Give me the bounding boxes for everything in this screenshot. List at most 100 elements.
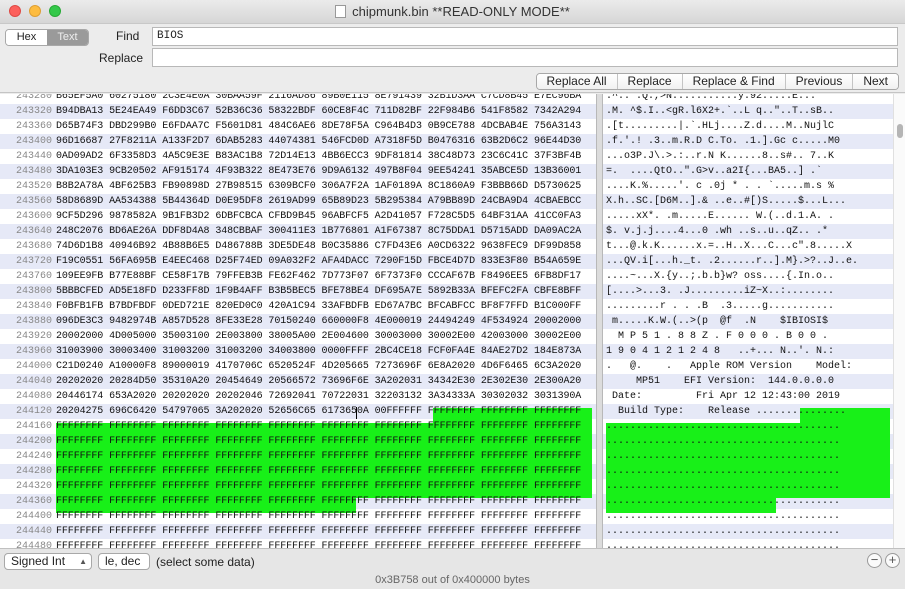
replace-button[interactable]: Replace bbox=[616, 74, 682, 89]
row-ascii[interactable]: =. ....QtO..".G>v..a2I{...BA5..] .` bbox=[606, 164, 891, 179]
scrollbar-thumb[interactable] bbox=[897, 124, 903, 138]
row-ascii[interactable]: $. v.j.j....4...0 .wh ..s..u..qZ.. .* bbox=[606, 224, 891, 239]
row-ascii[interactable]: .M. ^$.I..<gR.l6X2+.`..L q.."..T..sB.. bbox=[606, 104, 891, 119]
row-address: 243480 bbox=[15, 166, 52, 177]
row-address: 243280 bbox=[15, 94, 52, 102]
hex-row: 244280 FFFFFFFF FFFFFFFF FFFFFFFF FFFFFFF… bbox=[0, 464, 893, 479]
row-hex-bytes[interactable]: 3DA103E3 9CB20502 AF915174 4F93B322 8E47… bbox=[56, 164, 592, 179]
row-ascii[interactable]: ....................................... bbox=[606, 464, 891, 479]
row-address: 243320 bbox=[15, 106, 52, 117]
vertical-scrollbar[interactable] bbox=[893, 94, 905, 548]
row-ascii[interactable]: m.....K.W.(..>(p @f .N $IBIOSI$ bbox=[606, 314, 891, 329]
row-address: 243800 bbox=[15, 286, 52, 297]
mode-text-button[interactable]: Text bbox=[47, 30, 88, 45]
row-hex-bytes[interactable]: 20204275 696C6420 54797065 3A202020 5265… bbox=[56, 404, 592, 419]
row-hex-bytes[interactable]: 5BBBCFED AD5E18FD D233FF8D 1F9B4AFF B3B5… bbox=[56, 284, 592, 299]
row-hex-bytes[interactable]: C21D0240 A10000F8 89000019 4170706C 6520… bbox=[56, 359, 592, 374]
row-ascii[interactable]: ....K.%.....'. c .0j * . . `.....m.s % bbox=[606, 179, 891, 194]
hex-row: 244400 FFFFFFFF FFFFFFFF FFFFFFFF FFFFFFF… bbox=[0, 509, 893, 524]
row-ascii[interactable]: Build Type: Release ............... bbox=[606, 404, 891, 419]
row-ascii[interactable]: ....................................... bbox=[606, 419, 891, 434]
row-hex-bytes[interactable]: B8B2A78A 4BF625B3 FB90898D 27B98515 6309… bbox=[56, 179, 592, 194]
row-address: 244360 bbox=[15, 496, 52, 507]
next-button[interactable]: Next bbox=[852, 74, 898, 89]
row-hex-bytes[interactable]: F0BFB1FB B7BDFBDF 0DED721E 820ED0C0 420A… bbox=[56, 299, 592, 314]
hex-text-layer: 243280 B65EF5A0 60275180 2C3E4E0A 30BAA59… bbox=[0, 94, 905, 548]
row-ascii[interactable]: ....................................... bbox=[606, 539, 891, 548]
row-ascii[interactable]: ....................................... bbox=[606, 434, 891, 449]
row-ascii[interactable]: .^..'.Q.,>N...........y.92.....E... bbox=[606, 94, 891, 104]
replace-and-find-button[interactable]: Replace & Find bbox=[681, 74, 785, 89]
mode-hex-button[interactable]: Hex bbox=[6, 30, 47, 45]
row-hex-bytes[interactable]: FFFFFFFF FFFFFFFF FFFFFFFF FFFFFFFF FFFF… bbox=[56, 434, 592, 449]
row-ascii[interactable]: .[t.........|.`.HLj....Z.d....M..NujlC bbox=[606, 119, 891, 134]
replace-field[interactable] bbox=[152, 48, 898, 67]
find-replace-bar: Hex Text Find BIOS Replace Replace All R… bbox=[0, 24, 905, 93]
row-ascii[interactable]: Date: Fri Apr 12 12:43:00 2019 bbox=[606, 389, 891, 404]
row-address: 243920 bbox=[15, 331, 52, 342]
row-hex-bytes[interactable]: 58D8689D AA534388 5B44364D D0E95DF8 2619… bbox=[56, 194, 592, 209]
find-field[interactable]: BIOS bbox=[152, 27, 898, 46]
find-buttons: Replace All Replace Replace & Find Previ… bbox=[535, 73, 899, 90]
row-hex-bytes[interactable]: 096DE3C3 9482974B A857D528 8FE33E28 7015… bbox=[56, 314, 592, 329]
column-divider[interactable] bbox=[596, 94, 603, 548]
row-hex-bytes[interactable]: FFFFFFFF FFFFFFFF FFFFFFFF FFFFFFFF FFFF… bbox=[56, 539, 592, 548]
row-hex-bytes[interactable]: 31003900 30003400 31003200 31003200 3400… bbox=[56, 344, 592, 359]
row-ascii[interactable]: .....xX*. .m.....E...... W.(..d.1.A. . bbox=[606, 209, 891, 224]
row-hex-bytes[interactable]: 9CF5D296 9878582A 9B1FB3D2 6DBFCBCA CFBD… bbox=[56, 209, 592, 224]
hex-row: 243600 9CF5D296 9878582A 9B1FB3D2 6DBFCBC… bbox=[0, 209, 893, 224]
row-address: 243560 bbox=[15, 196, 52, 207]
row-hex-bytes[interactable]: B65EF5A0 60275180 2C3E4E0A 30BAA59F 2116… bbox=[56, 94, 592, 104]
row-hex-bytes[interactable]: FFFFFFFF FFFFFFFF FFFFFFFF FFFFFFFF FFFF… bbox=[56, 449, 592, 464]
row-hex-bytes[interactable]: 96D16687 27F8211A A133F2D7 6DAB5283 4407… bbox=[56, 134, 592, 149]
row-ascii[interactable]: ....~...X.{y..;.b.b}w? oss....{.In.o.. bbox=[606, 269, 891, 284]
row-hex-bytes[interactable]: FFFFFFFF FFFFFFFF FFFFFFFF FFFFFFFF FFFF… bbox=[56, 464, 592, 479]
row-hex-bytes[interactable]: FFFFFFFF FFFFFFFF FFFFFFFF FFFFFFFF FFFF… bbox=[56, 524, 592, 539]
replace-all-button[interactable]: Replace All bbox=[536, 74, 617, 89]
row-address: 243840 bbox=[15, 301, 52, 312]
row-hex-bytes[interactable]: 20002000 4D005000 35003100 2E003800 3800… bbox=[56, 329, 592, 344]
row-hex-bytes[interactable]: F19C0551 56FA695B E4EEC468 D25F74ED 09A0… bbox=[56, 254, 592, 269]
row-hex-bytes[interactable]: 20202020 20284D50 35310A20 20454649 2056… bbox=[56, 374, 592, 389]
plus-icon[interactable]: + bbox=[885, 553, 900, 568]
row-hex-bytes[interactable]: 74D6D1B8 40946B92 4B88B6E5 D486788B 3DE5… bbox=[56, 239, 592, 254]
row-hex-bytes[interactable]: 109EE9FB B77E88BF CE58F17B 79FFEB3B FE62… bbox=[56, 269, 592, 284]
row-ascii[interactable]: ....................................... bbox=[606, 509, 891, 524]
row-ascii[interactable]: ...o3P.J\.>.:..r.N K......8..s#.. 7..K bbox=[606, 149, 891, 164]
find-label: Find bbox=[116, 29, 140, 43]
row-hex-bytes[interactable]: 248C2076 BD6AE26A DDF8D4A8 348CBBAF 3004… bbox=[56, 224, 592, 239]
endianness-select[interactable]: le, dec bbox=[98, 553, 150, 570]
row-ascii[interactable]: ...QV.i[...h._t. .2......r..].M}.>?..J..… bbox=[606, 254, 891, 269]
row-ascii[interactable]: . @. . Apple ROM Version Model: bbox=[606, 359, 891, 374]
row-ascii[interactable]: MP51 EFI Version: 144.0.0.0.0 bbox=[606, 374, 891, 389]
hex-row: 244360 FFFFFFFF FFFFFFFF FFFFFFFF FFFFFFF… bbox=[0, 494, 893, 509]
row-ascii[interactable]: .f.'.! .3..m.R.D C.To. .1.].Gc c.....M0 bbox=[606, 134, 891, 149]
minus-icon[interactable]: − bbox=[867, 553, 882, 568]
row-hex-bytes[interactable]: FFFFFFFF FFFFFFFF FFFFFFFF FFFFFFFF FFFF… bbox=[56, 494, 592, 509]
row-ascii[interactable]: .........r . . .B .3.....g........... bbox=[606, 299, 891, 314]
selection-hint: (select some data) bbox=[156, 555, 255, 569]
row-hex-bytes[interactable]: 20446174 653A2020 20202020 20202046 7269… bbox=[56, 389, 592, 404]
row-ascii[interactable]: 1 9 0 4 1 2 1 2 4 8 ..+... N..'. N.: bbox=[606, 344, 891, 359]
row-hex-bytes[interactable]: B94DBA13 5E24EA49 F6DD3C67 52B36C36 5832… bbox=[56, 104, 592, 119]
row-ascii[interactable]: ....................................... bbox=[606, 524, 891, 539]
hex-row: 244160 FFFFFFFF FFFFFFFF FFFFFFFF FFFFFFF… bbox=[0, 419, 893, 434]
row-ascii[interactable]: t...@.k.K......x.=..H..X...C...c".8.....… bbox=[606, 239, 891, 254]
row-hex-bytes[interactable]: D65B74F3 DBD299B0 E6FDAA7C F5601D81 484C… bbox=[56, 119, 592, 134]
previous-button[interactable]: Previous bbox=[784, 74, 853, 89]
row-hex-bytes[interactable]: FFFFFFFF FFFFFFFF FFFFFFFF FFFFFFFF FFFF… bbox=[56, 479, 592, 494]
hex-row: 243960 31003900 30003400 31003200 3100320… bbox=[0, 344, 893, 359]
row-address: 244480 bbox=[15, 541, 52, 548]
row-ascii[interactable]: ....................................... bbox=[606, 494, 891, 509]
row-ascii[interactable]: X.h..SC.[D6M..].& ..e..#[)S.....$...L... bbox=[606, 194, 891, 209]
row-hex-bytes[interactable]: FFFFFFFF FFFFFFFF FFFFFFFF FFFFFFFF FFFF… bbox=[56, 419, 592, 434]
row-ascii[interactable]: ....................................... bbox=[606, 479, 891, 494]
row-hex-bytes[interactable]: 0AD09AD2 6F3358D3 4A5C9E3E B83AC1B8 72D1… bbox=[56, 149, 592, 164]
row-ascii[interactable]: [....>...3. .J.........iZ~X..:........ bbox=[606, 284, 891, 299]
data-type-select[interactable]: Signed Int ▲ bbox=[4, 553, 92, 570]
hex-row: 243840 F0BFB1FB B7BDFBDF 0DED721E 820ED0C… bbox=[0, 299, 893, 314]
hex-row: 243760 109EE9FB B77E88BF CE58F17B 79FFEB3… bbox=[0, 269, 893, 284]
row-ascii[interactable]: M P 5 1 . 8 8 Z . F 0 0 0 . B 0 0 . bbox=[606, 329, 891, 344]
row-hex-bytes[interactable]: FFFFFFFF FFFFFFFF FFFFFFFF FFFFFFFF FFFF… bbox=[56, 509, 592, 524]
row-ascii[interactable]: ....................................... bbox=[606, 449, 891, 464]
